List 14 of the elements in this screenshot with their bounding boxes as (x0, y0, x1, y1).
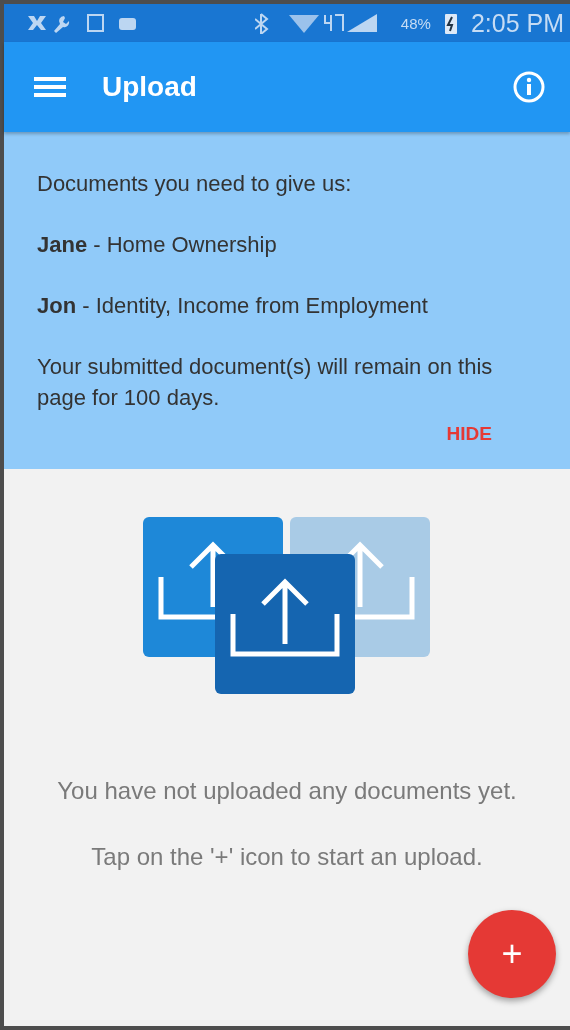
retention-note: Your submitted document(s) will remain on this page for 100 days. (37, 353, 494, 412)
app-title: Upload (102, 71, 198, 103)
clock: 2:05 PM (470, 8, 564, 38)
menu-button[interactable] (34, 75, 66, 99)
upload-hint: Tap on the '+' icon to start an upload. (91, 842, 483, 872)
battery-percent: 48% (400, 14, 431, 32)
empty-state-message: You have not uploaded any documents yet. (57, 776, 517, 806)
banner-heading: Documents you need to give us: (37, 170, 353, 198)
battery-icon (444, 12, 457, 34)
add-upload-button[interactable]: + (468, 910, 556, 998)
document-requirement: Jon - Identity, Income from Employment (37, 292, 429, 320)
info-button[interactable] (512, 70, 546, 104)
document-requirement: Jane - Home Ownership (37, 231, 278, 259)
hide-button[interactable]: HIDE (446, 423, 492, 445)
